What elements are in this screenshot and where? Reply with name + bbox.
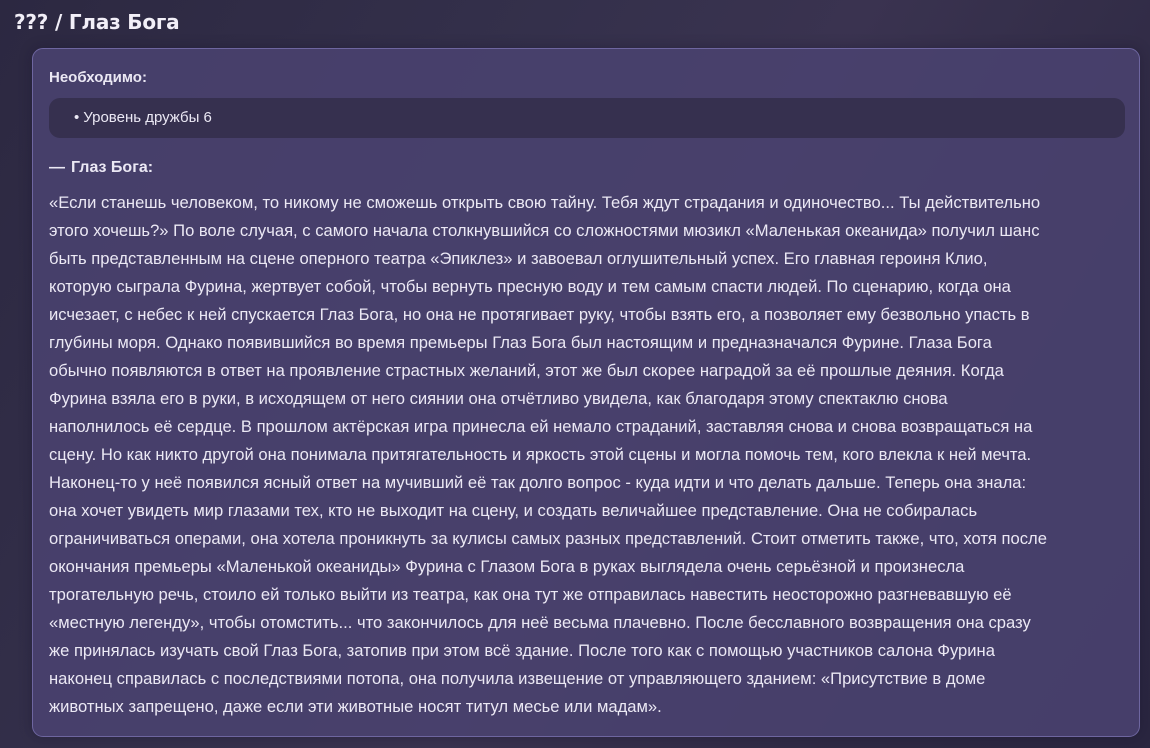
dash-icon: — (49, 159, 65, 176)
story-line: окончания премьеры «Маленькой океаниды» … (49, 557, 965, 576)
page-title: ??? / Глаз Бога (14, 10, 180, 34)
story-line: Фурина взяла его в руки, в исходящем от … (49, 389, 948, 408)
story-line: же принялась изучать свой Глаз Бога, зат… (49, 641, 995, 660)
story-line: наполнилось её сердце. В прошлом актёрск… (49, 417, 1033, 436)
story-line: сцену. Но как никто другой она понимала … (49, 445, 1032, 464)
story-line: трогательную речь, стоило ей только выйт… (49, 585, 1012, 604)
requirements-box: • Уровень дружбы 6 (49, 98, 1125, 138)
story-line: наконец справилась с последствиями потоп… (49, 669, 986, 688)
story-line: которую сыграла Фурина, жертвует собой, … (49, 277, 1011, 296)
story-line: этого хочешь?» По воле случая, с самого … (49, 221, 1040, 240)
requirement-item: Уровень дружбы 6 (83, 109, 212, 126)
story-line: ограничиваться операми, она хотела прони… (49, 529, 1047, 548)
story-line: быть представленным на сцене оперного те… (49, 249, 988, 268)
story-line: Наконец-то у неё появился ясный ответ на… (49, 473, 1027, 492)
story-line: «Если станешь человеком, то никому не см… (49, 193, 1041, 212)
story-line: исчезает, с небес к ней спускается Глаз … (49, 305, 1030, 324)
section-title: — Глаз Бога: (49, 159, 153, 177)
bullet-icon: • (74, 109, 80, 126)
story-line: «местную легенду», чтобы отомстить... чт… (49, 613, 1031, 632)
info-card: Необходимо: • Уровень дружбы 6 — Глаз Бога… (32, 48, 1140, 737)
story-text: «Если станешь человеком, то никому не см… (49, 189, 1129, 721)
story-line: она хочет увидеть мир глазами тех, кто н… (49, 501, 978, 520)
story-line: животных запрещено, даже если эти животн… (49, 697, 662, 716)
story-line: обычно появляются в ответ на проявление … (49, 361, 1004, 380)
story-line: глубины моря. Однако появившийся во врем… (49, 333, 992, 352)
requirements-label: Необходимо: (49, 69, 147, 86)
section-title-text: Глаз Бога: (71, 159, 154, 176)
